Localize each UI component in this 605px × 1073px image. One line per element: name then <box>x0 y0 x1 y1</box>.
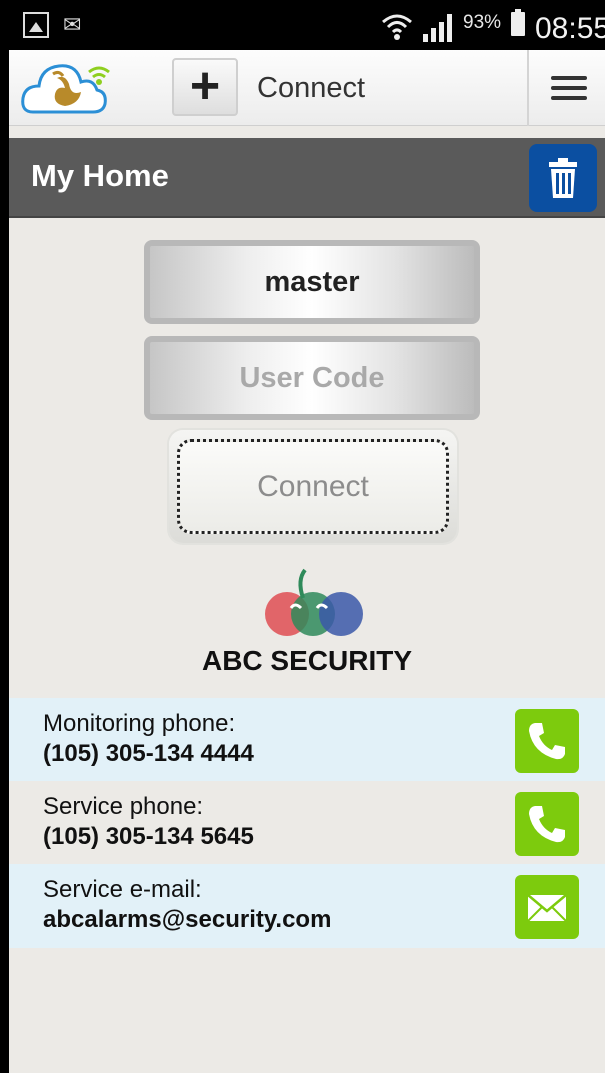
app-toolbar: + Connect <box>9 50 605 126</box>
plus-icon: + <box>189 57 221 115</box>
abc-security-logo <box>257 568 375 640</box>
contact-row-email: Service e-mail: abcalarms@security.com <box>9 864 605 948</box>
page-title: My Home <box>31 158 169 193</box>
delete-button[interactable] <box>529 144 597 212</box>
email-service-button[interactable] <box>515 875 579 939</box>
contact-label: Service e-mail: <box>43 876 202 903</box>
clock: 08:55 <box>535 12 605 45</box>
contact-value: (105) 305-134 5645 <box>43 823 254 850</box>
connect-button-label: Connect <box>177 439 449 534</box>
connect-button[interactable]: Connect <box>169 430 457 543</box>
contact-value: abcalarms@security.com <box>43 906 332 933</box>
signal-icon <box>421 12 455 42</box>
username-field[interactable]: master <box>144 240 480 324</box>
contact-value: (105) 305-134 4444 <box>43 740 254 767</box>
hamburger-icon <box>551 76 587 80</box>
battery-percent: 93% <box>463 12 502 33</box>
contact-label: Monitoring phone: <box>43 710 236 737</box>
menu-button[interactable] <box>537 68 599 108</box>
image-icon <box>23 12 49 38</box>
call-monitoring-button[interactable] <box>515 709 579 773</box>
site-header: My Home <box>9 138 605 218</box>
trash-icon <box>549 158 577 198</box>
app-frame: ✉ 93% 08:55 + Connect My Home master Use… <box>0 0 605 1073</box>
call-service-button[interactable] <box>515 792 579 856</box>
contact-label: Service phone: <box>43 793 204 820</box>
mail-icon <box>527 894 567 922</box>
company-name: ABC SECURITY <box>201 645 412 676</box>
mail-notification-icon: ✉ <box>63 12 82 37</box>
toolbar-title: Connect <box>257 72 366 104</box>
user-code-input[interactable]: User Code <box>144 336 480 420</box>
battery-icon <box>511 9 525 36</box>
phone-icon <box>529 806 565 843</box>
wifi-icon <box>381 12 413 48</box>
add-button[interactable]: + <box>172 58 238 116</box>
toolbar-divider <box>527 50 529 126</box>
swan-cloud-logo <box>19 56 114 118</box>
status-bar: ✉ 93% 08:55 <box>9 0 605 50</box>
contact-row-monitoring: Monitoring phone: (105) 305-134 4444 <box>9 698 605 782</box>
phone-icon <box>529 723 565 760</box>
contact-row-service: Service phone: (105) 305-134 5645 <box>9 781 605 865</box>
